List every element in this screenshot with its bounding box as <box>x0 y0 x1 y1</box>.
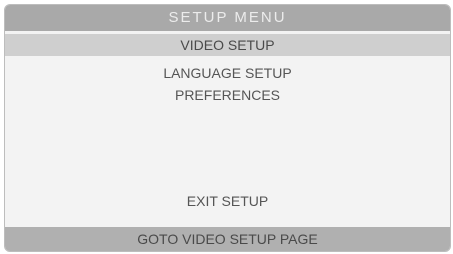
menu-item-language-setup[interactable]: LANGUAGE SETUP <box>5 62 450 84</box>
menu-item-preferences[interactable]: PREFERENCES <box>5 84 450 106</box>
status-bar: GOTO VIDEO SETUP PAGE <box>5 227 450 251</box>
menu-item-exit-setup[interactable]: EXIT SETUP <box>5 190 450 212</box>
menu-title: SETUP MENU <box>5 5 450 31</box>
menu-item-video-setup[interactable]: VIDEO SETUP <box>5 34 450 56</box>
setup-menu-screen: SETUP MENU VIDEO SETUP LANGUAGE SETUP PR… <box>4 4 451 252</box>
